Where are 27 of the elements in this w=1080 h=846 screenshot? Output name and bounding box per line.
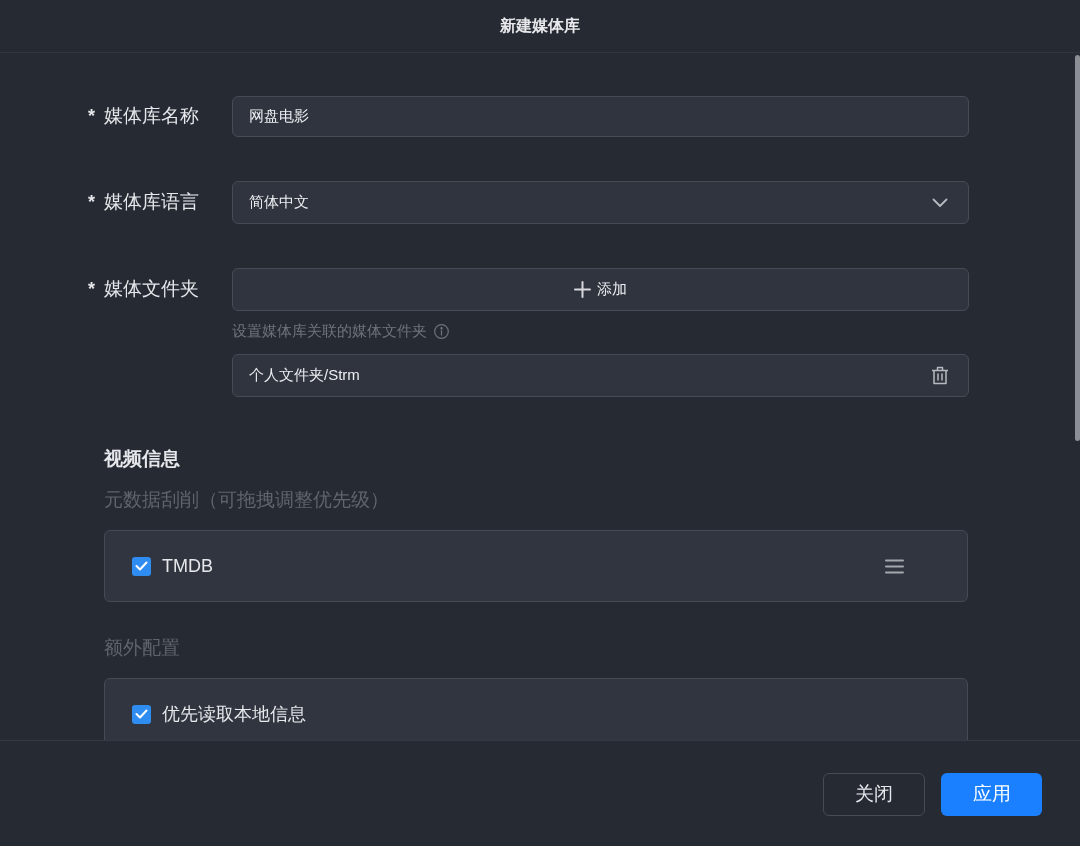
trash-icon[interactable]	[931, 366, 949, 385]
required-mark: *	[88, 105, 96, 128]
text-input[interactable]: 网盘电影	[232, 96, 969, 137]
checkbox[interactable]	[132, 556, 151, 576]
drag-handle-icon[interactable]	[885, 558, 904, 574]
select-field[interactable]: 简体中文	[232, 181, 969, 224]
plus-icon	[574, 281, 591, 298]
checkbox[interactable]	[132, 704, 151, 724]
hint-text: 设置媒体库关联的媒体文件夹	[232, 320, 427, 341]
section-title: 视频信息	[104, 447, 180, 471]
required-mark: *	[88, 277, 96, 301]
option-label: 优先读取本地信息	[162, 702, 306, 726]
add-button[interactable]: 添加	[232, 268, 969, 311]
info-icon	[434, 323, 449, 339]
field-label: 媒体库语言	[104, 190, 199, 215]
section-label: 元数据刮削（可拖拽调整优先级）	[104, 488, 389, 512]
scrollbar-thumb[interactable]	[1075, 55, 1080, 441]
folder-entry: 个人文件夹/Strm	[232, 354, 969, 397]
chevron-down-icon	[932, 197, 948, 208]
required-mark: *	[88, 191, 96, 214]
option-label: TMDB	[162, 554, 213, 578]
section-label: 额外配置	[104, 636, 180, 660]
apply-button[interactable]: 应用	[941, 773, 1042, 816]
dialog-title: 新建媒体库	[500, 16, 580, 36]
field-label: 媒体库名称	[104, 104, 199, 129]
field-label: 媒体文件夹	[104, 276, 199, 301]
close-button[interactable]: 关闭	[823, 773, 925, 816]
